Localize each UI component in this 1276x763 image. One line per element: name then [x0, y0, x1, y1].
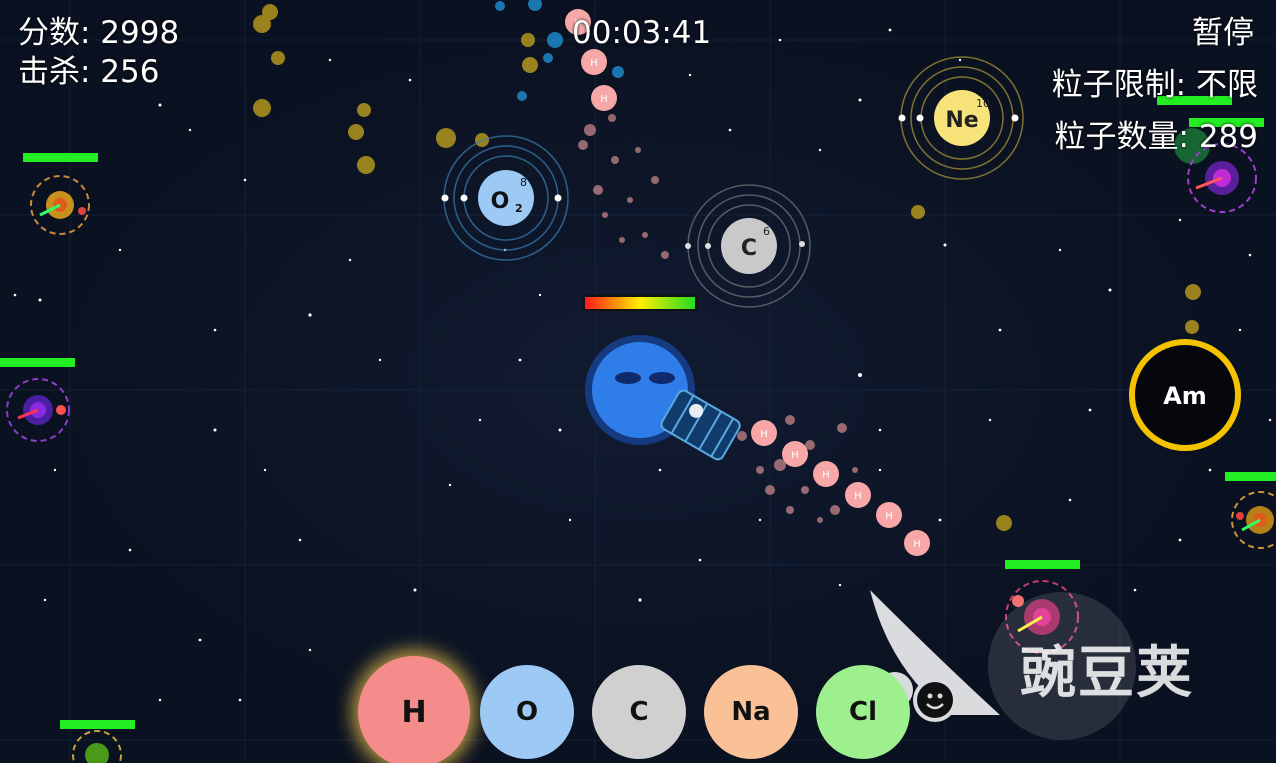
particle-count-label: 粒子数量: 289	[1054, 119, 1258, 155]
carbon-symbol: C	[741, 236, 757, 261]
hydrogen-projectile: H	[813, 461, 839, 487]
hydrogen-projectile: H	[581, 49, 607, 75]
element-button-na[interactable]: Na	[704, 665, 798, 759]
svg-text:H: H	[760, 429, 768, 440]
hydrogen-projectile: H	[782, 441, 808, 467]
oxygen-subscript: 2	[515, 202, 523, 215]
hydrogen-projectile: H	[751, 420, 777, 446]
enemy	[0, 358, 75, 442]
svg-text:H: H	[913, 539, 921, 550]
americium-atom: Am	[1129, 339, 1241, 451]
projectiles: H H H H H H H H H	[565, 9, 930, 556]
enemy	[23, 153, 98, 235]
hydrogen-projectile: H	[591, 85, 617, 111]
player-health-bar	[583, 295, 697, 311]
player	[583, 295, 741, 461]
svg-text:H: H	[822, 470, 830, 481]
hydrogen-projectile: H	[904, 530, 930, 556]
element-button-cl[interactable]: Cl	[816, 665, 910, 759]
kills-label: 击杀: 256	[18, 54, 160, 90]
score-label: 分数: 2998	[18, 15, 180, 51]
svg-text:H: H	[791, 450, 799, 461]
neon-symbol: Ne	[945, 108, 978, 133]
hydrogen-projectile: H	[845, 482, 871, 508]
hydrogen-projectile: H	[876, 502, 902, 528]
oxygen-symbol: O	[491, 189, 510, 214]
element-button-h[interactable]: H	[358, 656, 470, 763]
game-timer: 00:03:41	[572, 15, 712, 51]
neon-number: 10	[976, 97, 990, 110]
enemy	[1225, 472, 1276, 549]
americium-symbol: Am	[1163, 382, 1207, 410]
watermark-text: 豌豆荚	[1020, 641, 1194, 706]
particle-limit-label: 粒子限制: 不限	[1051, 67, 1258, 103]
carbon-atom: C 6	[685, 184, 811, 308]
neon-atom: Ne 10	[898, 56, 1024, 180]
enemy	[60, 720, 135, 763]
game-canvas[interactable]: H H H H H H H H H O 2 8 C 6 Ne 10 Am 分数:…	[0, 0, 1276, 763]
carbon-number: 6	[763, 225, 770, 238]
element-button-o[interactable]: O	[480, 665, 574, 759]
oxygen-number: 8	[520, 176, 527, 189]
svg-text:H: H	[885, 511, 893, 522]
svg-text:H: H	[854, 491, 862, 502]
oxygen-atom: O 2 8	[441, 135, 569, 261]
element-button-c[interactable]: C	[592, 665, 686, 759]
pink-dust	[578, 114, 858, 523]
svg-text:H: H	[590, 58, 598, 69]
svg-text:H: H	[600, 94, 608, 105]
pause-button[interactable]: 暂停	[1192, 14, 1254, 52]
